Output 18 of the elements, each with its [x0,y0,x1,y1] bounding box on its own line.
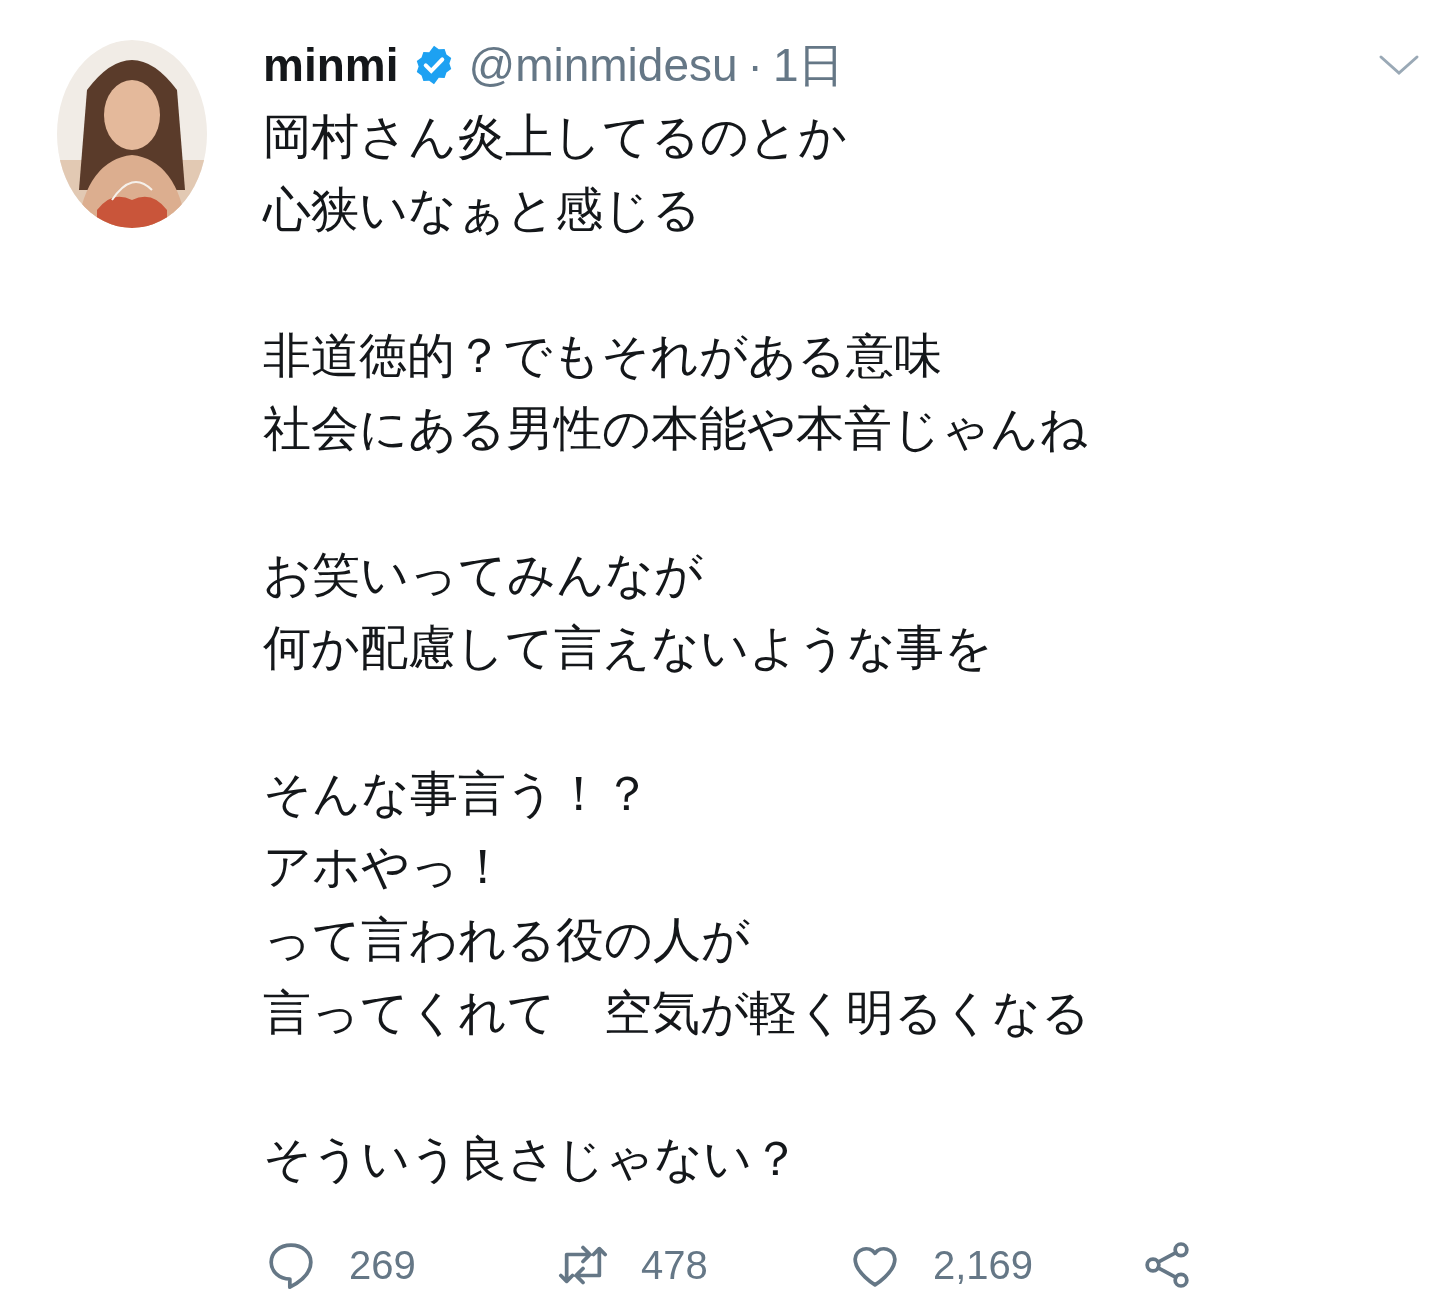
tweet-text-line: アホやっ！ [263,839,508,895]
tweet-text-line: 言ってくれて 空気が軽く明るくなる [263,985,1091,1041]
action-count: 269 [349,1242,416,1289]
tweet-text-line: 非道徳的？でもそれがある意味 [263,328,943,384]
tweet-text-line: そういう良さじゃない？ [263,1131,801,1187]
tweet-text-line: お笑いってみんなが [263,547,704,603]
user-handle[interactable]: @minmidesu [468,30,738,100]
tweet-text-line: そんな事言う！？ [263,766,652,822]
author-name[interactable]: minmi [263,30,399,100]
tweet-text-line: 何か配慮して言えないような事を [263,620,994,676]
tweet-text-line: 社会にある男性の本能や本音じゃんね [263,401,1089,457]
action-count: 2,169 [933,1242,1034,1289]
tweet-time[interactable]: 1日 [772,30,845,100]
separator-dot: · [747,37,763,93]
tweet-text-line: 岡村さん炎上してるのとか [263,109,848,165]
action-count: 478 [641,1242,708,1289]
tweet-text-line: って言われる役の人が [263,912,751,968]
tweet-text-line: 心狭いなぁと感じる [263,182,702,238]
